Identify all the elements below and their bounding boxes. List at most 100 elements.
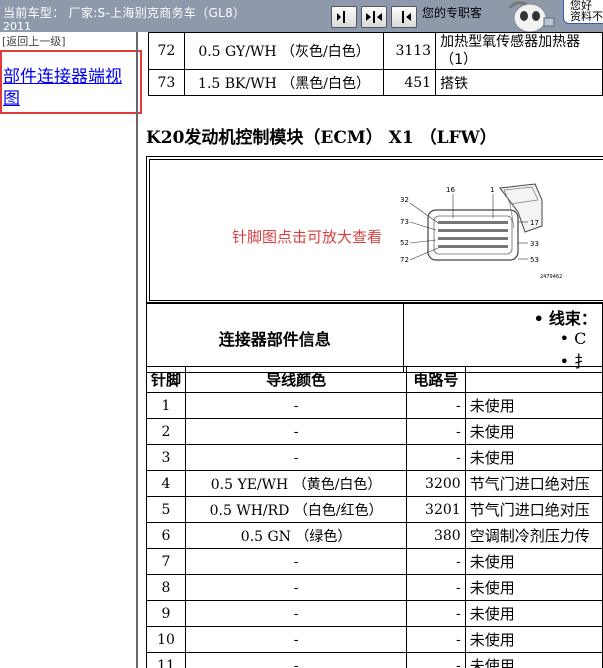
harness-info-cell: • 线束： • C • 扌 [402, 302, 603, 373]
connector-diagram-frame: 针脚图点击可放大查看 32 16 1 73 17 52 33 72 53 247… [146, 156, 603, 304]
wire-color-cell: - [185, 418, 408, 445]
sidebar: [返回上一级] 部件连接器端视图 [0, 32, 142, 668]
wire-color-cell: 0.5 YE/WH （黄色/白色） [185, 470, 408, 497]
circuit-cell: 380 [406, 522, 466, 549]
pin-label: 16 [446, 186, 455, 194]
circuit-cell: - [406, 548, 466, 575]
pin-cell: 10 [145, 626, 187, 653]
pin-label: 72 [400, 256, 409, 264]
table-row: 9- - 未使用 [145, 600, 603, 627]
pin-label: 17 [530, 219, 539, 227]
connector-diagram[interactable]: 针脚图点击可放大查看 32 16 1 73 17 52 33 72 53 247… [149, 159, 603, 301]
pin-cell: 11 [145, 652, 187, 668]
previous-pin-table: 72 0.5 GY/WH （灰色/白色） 3113 加热型氧传感器加热器（1） … [148, 32, 603, 96]
current-vehicle-label: 当前车型： 厂家:S-上海别克商务车（GL8） [3, 6, 246, 20]
circuit-cell: - [406, 652, 466, 668]
pin-cell: 7 [145, 548, 187, 575]
pin-cell: 72 [148, 32, 185, 70]
pin-label: 1 [490, 186, 494, 194]
table-row: 2- - 未使用 [145, 418, 603, 445]
wire-color-cell: 0.5 GN （绿色） [185, 522, 408, 549]
circuit-cell: - [406, 600, 466, 627]
pin-cell: 1 [145, 392, 187, 419]
pin-grid [438, 221, 508, 248]
pin-cell: 8 [145, 574, 187, 601]
function-cell: 未使用 [464, 392, 603, 419]
wire-color-cell: - [185, 574, 408, 601]
function-cell: 节气门进口绝对压 [464, 470, 603, 497]
wire-color-cell: - [185, 548, 408, 575]
table-row: 3- - 未使用 [145, 444, 603, 471]
table-row: 连接器部件信息 • 线束： • C • 扌 [146, 302, 603, 373]
function-cell: 未使用 [464, 652, 603, 668]
next-page-button[interactable] [391, 6, 417, 28]
bullet-icon: • [559, 329, 569, 348]
connector-info-table: 连接器部件信息 • 线束： • C • 扌 [146, 302, 603, 373]
circuit-cell: - [406, 574, 466, 601]
previous-page-button[interactable] [331, 6, 357, 28]
harness-label: 线束： [548, 309, 597, 328]
zoom-hint[interactable]: 针脚图点击可放大查看 [232, 226, 382, 247]
circuit-cell: - [406, 444, 466, 471]
expand-icon [366, 11, 382, 23]
circuit-cell: 451 [383, 69, 437, 96]
wire-color-cell: 0.5 WH/RD （白色/红色） [185, 496, 408, 523]
function-cell: 未使用 [464, 574, 603, 601]
sidebar-link-connector-end-view[interactable]: 部件连接器端视图 [3, 66, 129, 110]
mascot-avatar[interactable] [496, 0, 560, 32]
function-cell: 未使用 [464, 626, 603, 653]
toggle-view-button[interactable] [361, 6, 387, 28]
table-row: 4 0.5 YE/WH （黄色/白色） 3200 节气门进口绝对压 [145, 470, 603, 497]
pin-label: 33 [530, 240, 539, 248]
step-back-icon [337, 11, 345, 23]
function-cell: 未使用 [464, 600, 603, 627]
table-row: 11- - 未使用 [145, 652, 603, 668]
wire-color-cell: 1.5 BK/WH （黑色/白色） [183, 69, 385, 96]
table-row: 72 0.5 GY/WH （灰色/白色） 3113 加热型氧传感器加热器（1） [148, 32, 603, 70]
circuit-cell: - [406, 418, 466, 445]
back-link[interactable]: [返回上一级] [2, 33, 66, 49]
wire-color-cell: - [185, 444, 408, 471]
chat-popup[interactable]: 您好 资料不 [563, 0, 603, 24]
table-row: 5 0.5 WH/RD （白色/红色） 3201 节气门进口绝对压 [145, 496, 603, 523]
pin-cell: 6 [145, 522, 187, 549]
pin-cell: 5 [145, 496, 187, 523]
pin-label: 53 [530, 256, 539, 264]
pin-label: 32 [400, 196, 409, 204]
connector-pinout-image[interactable]: 32 16 1 73 17 52 33 72 53 2479462 [400, 180, 580, 292]
circuit-cell: 3200 [406, 470, 466, 497]
chat-popup-text: 资料不 [570, 10, 603, 23]
top-bar: 当前车型： 厂家:S-上海别克商务车（GL8） 2011 您的专职客 您好 资料… [0, 0, 603, 32]
column-header-wire-color: 导线颜色 [185, 366, 408, 393]
function-cell: 未使用 [464, 418, 603, 445]
column-header-function [464, 366, 603, 393]
wire-color-cell: - [185, 392, 408, 419]
pin-cell: 4 [145, 470, 187, 497]
section-title: K20发动机控制模块（ECM） X1 （LFW） [146, 128, 497, 148]
wire-color-cell: 0.5 GY/WH （灰色/白色） [183, 32, 385, 70]
circuit-cell: - [406, 626, 466, 653]
table-row: 10- - 未使用 [145, 626, 603, 653]
table-row: 6 0.5 GN （绿色） 380 空调制冷剂压力传 [145, 522, 603, 549]
pin-cell: 73 [148, 69, 185, 96]
function-cell: 未使用 [464, 548, 603, 575]
function-cell: 空调制冷剂压力传 [464, 522, 603, 549]
wire-color-cell: - [185, 652, 408, 668]
figure-id: 2479462 [540, 274, 562, 280]
table-row: 1- - 未使用 [145, 392, 603, 419]
wire-color-cell: - [185, 600, 408, 627]
circuit-cell: 3201 [406, 496, 466, 523]
table-header-row: 针脚 导线颜色 电路号 [145, 366, 603, 393]
pin-table: 针脚 导线颜色 电路号 1- - 未使用 2- - 未使用 3- - 未使用 4 0.5 YE… [145, 366, 603, 668]
advisor-label: 您的专职客 [422, 6, 483, 20]
bullet-icon: • [533, 309, 544, 328]
table-row: 7- - 未使用 [145, 548, 603, 575]
wire-color-cell: - [185, 626, 408, 653]
pin-cell: 3 [145, 444, 187, 471]
function-cell: 搭铁 [435, 69, 603, 96]
pin-cell: 2 [145, 418, 187, 445]
pin-label: 73 [400, 218, 409, 226]
function-cell: 未使用 [464, 444, 603, 471]
circuit-cell: 3113 [383, 32, 437, 70]
table-row: 73 1.5 BK/WH （黑色/白色） 451 搭铁 [148, 69, 603, 96]
